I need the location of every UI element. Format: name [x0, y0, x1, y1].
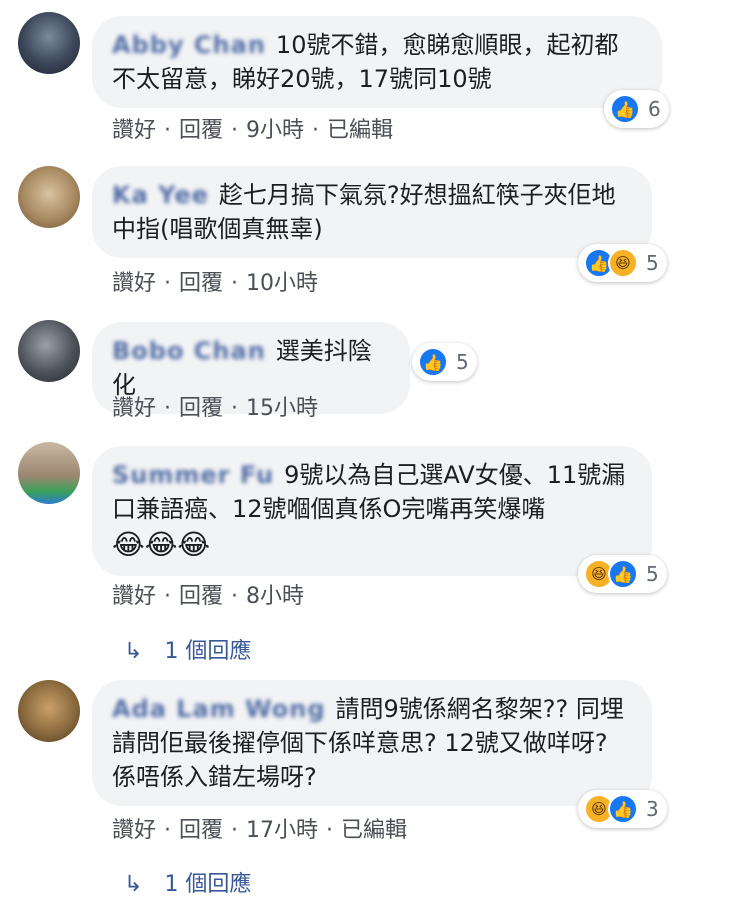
comment-bubble: Abby Chan 10號不錯，愈睇愈順眼，起初都不太留意，睇好20號，17號同1… [92, 16, 662, 108]
avatar[interactable] [18, 442, 80, 504]
timestamp[interactable]: 8小時 [246, 584, 304, 609]
like-link[interactable]: 讚好 [112, 584, 156, 609]
like-icon: 👍 [418, 347, 448, 377]
commenter-name[interactable]: Bobo Chan [112, 334, 266, 368]
comment-actions: 讚好 · 回覆 · 8小時 [112, 584, 305, 609]
like-link[interactable]: 讚好 [112, 396, 156, 421]
reaction-count: 3 [646, 797, 659, 821]
like-link[interactable]: 讚好 [112, 271, 156, 296]
reply-link[interactable]: 回覆 [179, 118, 223, 143]
comment-bubble: Ka Yee 趁七月搞下氣氛?好想搵紅筷子夾佢地中指(唱歌個真無辜) [92, 166, 652, 258]
reaction-summary[interactable]: 👍 5 [412, 343, 477, 381]
timestamp[interactable]: 9小時 [246, 118, 304, 143]
laughing-face-icon: 😆 [608, 248, 638, 278]
like-link[interactable]: 讚好 [112, 818, 156, 843]
commenter-name[interactable]: Ka Yee [112, 178, 209, 212]
reply-link[interactable]: 回覆 [179, 271, 223, 296]
reaction-count: 5 [646, 251, 659, 275]
reply-link[interactable]: 回覆 [179, 584, 223, 609]
replies-count: 1 個回應 [164, 872, 252, 897]
replies-count: 1 個回應 [164, 639, 252, 664]
reply-link[interactable]: 回覆 [179, 818, 223, 843]
reaction-count: 5 [646, 562, 659, 586]
view-replies-link[interactable]: ↳ 1 個回應 [124, 633, 251, 665]
commenter-name[interactable]: Abby Chan [112, 28, 266, 62]
like-icon: 👍 [610, 94, 640, 124]
avatar[interactable] [18, 12, 80, 74]
comment-bubble: Ada Lam Wong 請問9號係網名黎架?? 同埋請問佢最後擢停個下係咩意思?… [92, 680, 652, 806]
reaction-count: 5 [456, 350, 469, 374]
comment-actions: 讚好 · 回覆 · 15小時 [112, 396, 319, 421]
comment-actions: 讚好 · 回覆 · 9小時 · 已編輯 [112, 118, 394, 143]
commenter-name[interactable]: Ada Lam Wong [112, 692, 326, 726]
like-icon: 👍 [608, 794, 638, 824]
reaction-summary[interactable]: 👍 😆 5 [578, 244, 667, 282]
timestamp[interactable]: 10小時 [246, 271, 318, 296]
reaction-count: 6 [648, 97, 661, 121]
like-icon: 👍 [608, 559, 638, 589]
edited-label[interactable]: 已編輯 [341, 818, 407, 843]
like-link[interactable]: 讚好 [112, 118, 156, 143]
reaction-summary[interactable]: 😆 👍 5 [578, 555, 667, 593]
emoji-row: 😂😂😂 [112, 528, 211, 561]
reaction-summary[interactable]: 👍 6 [604, 90, 669, 128]
reaction-summary[interactable]: 😆 👍 3 [578, 790, 667, 828]
timestamp[interactable]: 17小時 [246, 818, 318, 843]
edited-label[interactable]: 已編輯 [327, 118, 393, 143]
avatar[interactable] [18, 320, 80, 382]
reply-arrow-icon: ↳ [124, 872, 143, 897]
comment-bubble: Summer Fu 9號以為自己選AV女優、11號漏口兼語癌、12號嗰個真係O完嘴… [92, 446, 652, 576]
avatar[interactable] [18, 166, 80, 228]
commenter-name[interactable]: Summer Fu [112, 458, 274, 492]
comment-actions: 讚好 · 回覆 · 10小時 [112, 271, 319, 296]
view-replies-link[interactable]: ↳ 1 個回應 [124, 866, 251, 898]
comment-actions: 讚好 · 回覆 · 17小時 · 已編輯 [112, 818, 408, 843]
timestamp[interactable]: 15小時 [246, 396, 318, 421]
reply-arrow-icon: ↳ [124, 639, 143, 664]
avatar[interactable] [18, 680, 80, 742]
reply-link[interactable]: 回覆 [179, 396, 223, 421]
